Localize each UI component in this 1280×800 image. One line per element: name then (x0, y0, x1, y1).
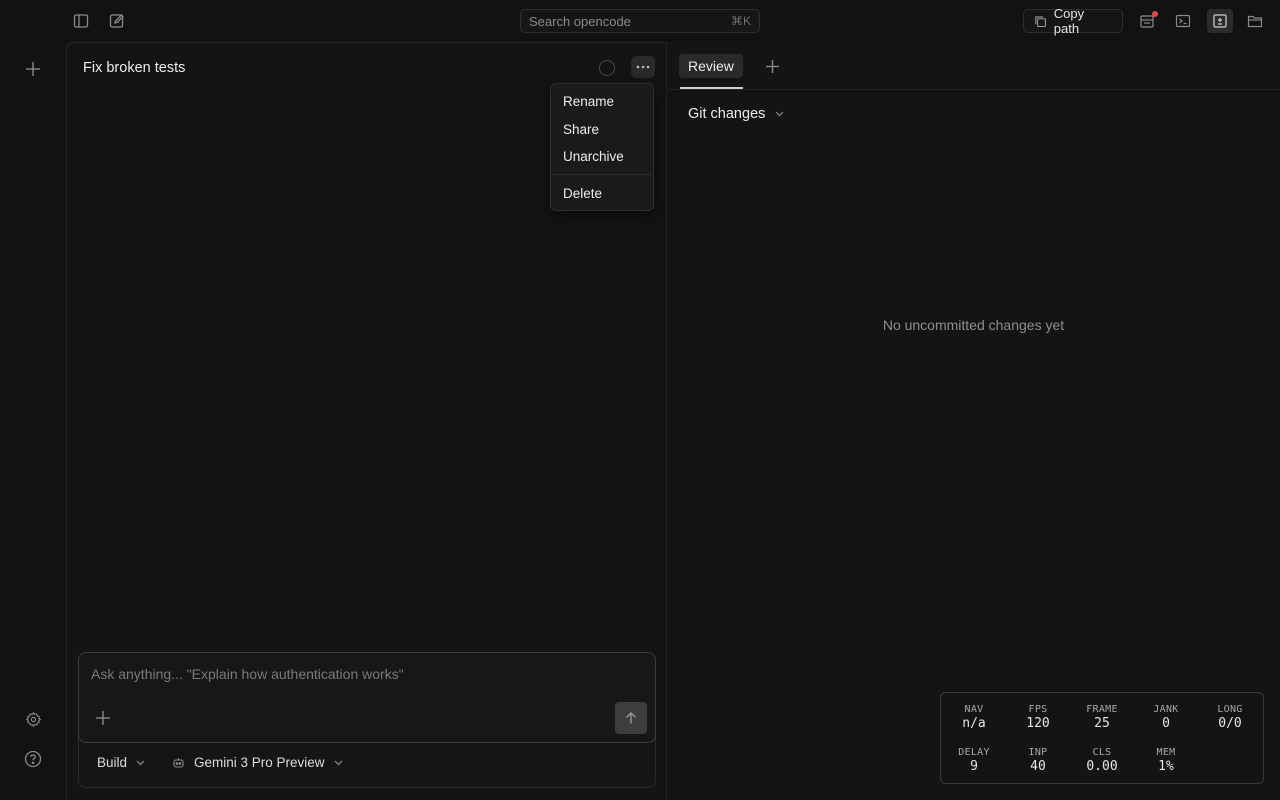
metric-value: 0/0 (1218, 716, 1242, 731)
metric-fps: FPS 120 (1008, 704, 1068, 732)
model-select[interactable]: Gemini 3 Pro Preview (172, 755, 343, 770)
metric-label: DELAY (958, 747, 990, 758)
composer: Ask anything... "Explain how authenticat… (78, 652, 656, 743)
search-placeholder: Search opencode (529, 13, 631, 29)
search-input[interactable]: Search opencode ⌘K (520, 9, 760, 33)
metric-frame: FRAME 25 (1072, 704, 1132, 732)
send-button[interactable] (615, 702, 647, 734)
menu-item-unarchive[interactable]: Unarchive (563, 149, 624, 164)
git-changes-label: Git changes (688, 106, 766, 122)
metric-label: CLS (1092, 747, 1112, 758)
metric-label: FPS (1028, 704, 1048, 715)
tabs-bar: Review (667, 42, 1280, 90)
prompt-input[interactable]: Ask anything... "Explain how authenticat… (91, 666, 631, 682)
agent-select[interactable]: Build (97, 755, 145, 770)
metric-value: n/a (962, 716, 986, 731)
chevron-down-icon (775, 111, 784, 117)
copy-icon (1035, 15, 1046, 27)
chevron-down-icon (334, 760, 342, 765)
metric-jank: JANK 0 (1136, 704, 1196, 732)
metric-value: 120 (1026, 716, 1050, 731)
new-session-icon[interactable] (106, 10, 128, 32)
help-icon[interactable] (22, 748, 44, 770)
menu-divider (552, 174, 652, 175)
session-title: Fix broken tests (83, 60, 186, 76)
session-menu: Rename Share Unarchive Delete (550, 83, 654, 211)
sidebar-toggle-icon[interactable] (70, 10, 92, 32)
menu-item-delete[interactable]: Delete (563, 186, 602, 201)
menu-item-rename[interactable]: Rename (563, 94, 614, 109)
metric-value: 0.00 (1086, 759, 1118, 774)
metric-delay: DELAY 9 (944, 747, 1004, 775)
perf-overlay: NAV n/a FPS 120 FRAME 25 JANK 0 LONG 0/0… (940, 692, 1264, 784)
tab-review[interactable]: Review (679, 54, 743, 78)
metric-label: JANK (1153, 704, 1179, 715)
metric-value: 25 (1094, 716, 1110, 731)
notification-dot (1152, 11, 1158, 17)
metric-cls: CLS 0.00 (1072, 747, 1132, 775)
metric-value: 40 (1030, 759, 1046, 774)
status-icon (599, 60, 615, 76)
metric-value: 9 (970, 759, 978, 774)
metric-long: LONG 0/0 (1200, 704, 1260, 732)
chevron-down-icon (136, 760, 145, 765)
metric-mem: MEM 1% (1136, 747, 1196, 775)
review-panel-icon[interactable] (1207, 9, 1233, 33)
new-project-plus-icon[interactable] (22, 58, 44, 80)
metric-label: NAV (964, 704, 984, 715)
model-icon (173, 757, 184, 768)
metric-value: 1% (1158, 759, 1174, 774)
active-tab-indicator (680, 87, 743, 89)
copy-path-button[interactable]: Copy path (1023, 6, 1123, 36)
metric-label: MEM (1156, 747, 1176, 758)
gear-icon[interactable] (22, 708, 44, 730)
more-icon[interactable] (631, 56, 655, 78)
status-icon[interactable] (1136, 10, 1158, 32)
copy-path-label: Copy path (1053, 6, 1085, 36)
git-changes-select[interactable]: Git changes (688, 106, 784, 122)
left-rail (0, 42, 66, 800)
add-tab-plus-icon[interactable] (761, 55, 783, 77)
top-bar: Search opencode ⌘K Copy path (0, 0, 1280, 42)
metric-label: LONG (1217, 704, 1243, 715)
arrow-up-icon (626, 712, 636, 724)
metric-value: 0 (1162, 716, 1170, 731)
search-shortcut: ⌘K (730, 14, 751, 28)
agent-label: Build (97, 755, 128, 770)
metric-nav: NAV n/a (944, 704, 1004, 732)
folder-icon[interactable] (1244, 10, 1266, 32)
empty-state-message: No uncommitted changes yet (882, 317, 1065, 333)
metric-label: INP (1028, 747, 1048, 758)
review-panel: Review Git changes No uncommitted change… (667, 42, 1280, 800)
terminal-icon[interactable] (1172, 10, 1194, 32)
menu-item-share[interactable]: Share (563, 122, 599, 137)
metric-label: FRAME (1086, 704, 1118, 715)
model-label: Gemini 3 Pro Preview (194, 755, 325, 770)
attach-plus-icon[interactable] (94, 709, 112, 727)
metric-inp: INP 40 (1008, 747, 1068, 775)
